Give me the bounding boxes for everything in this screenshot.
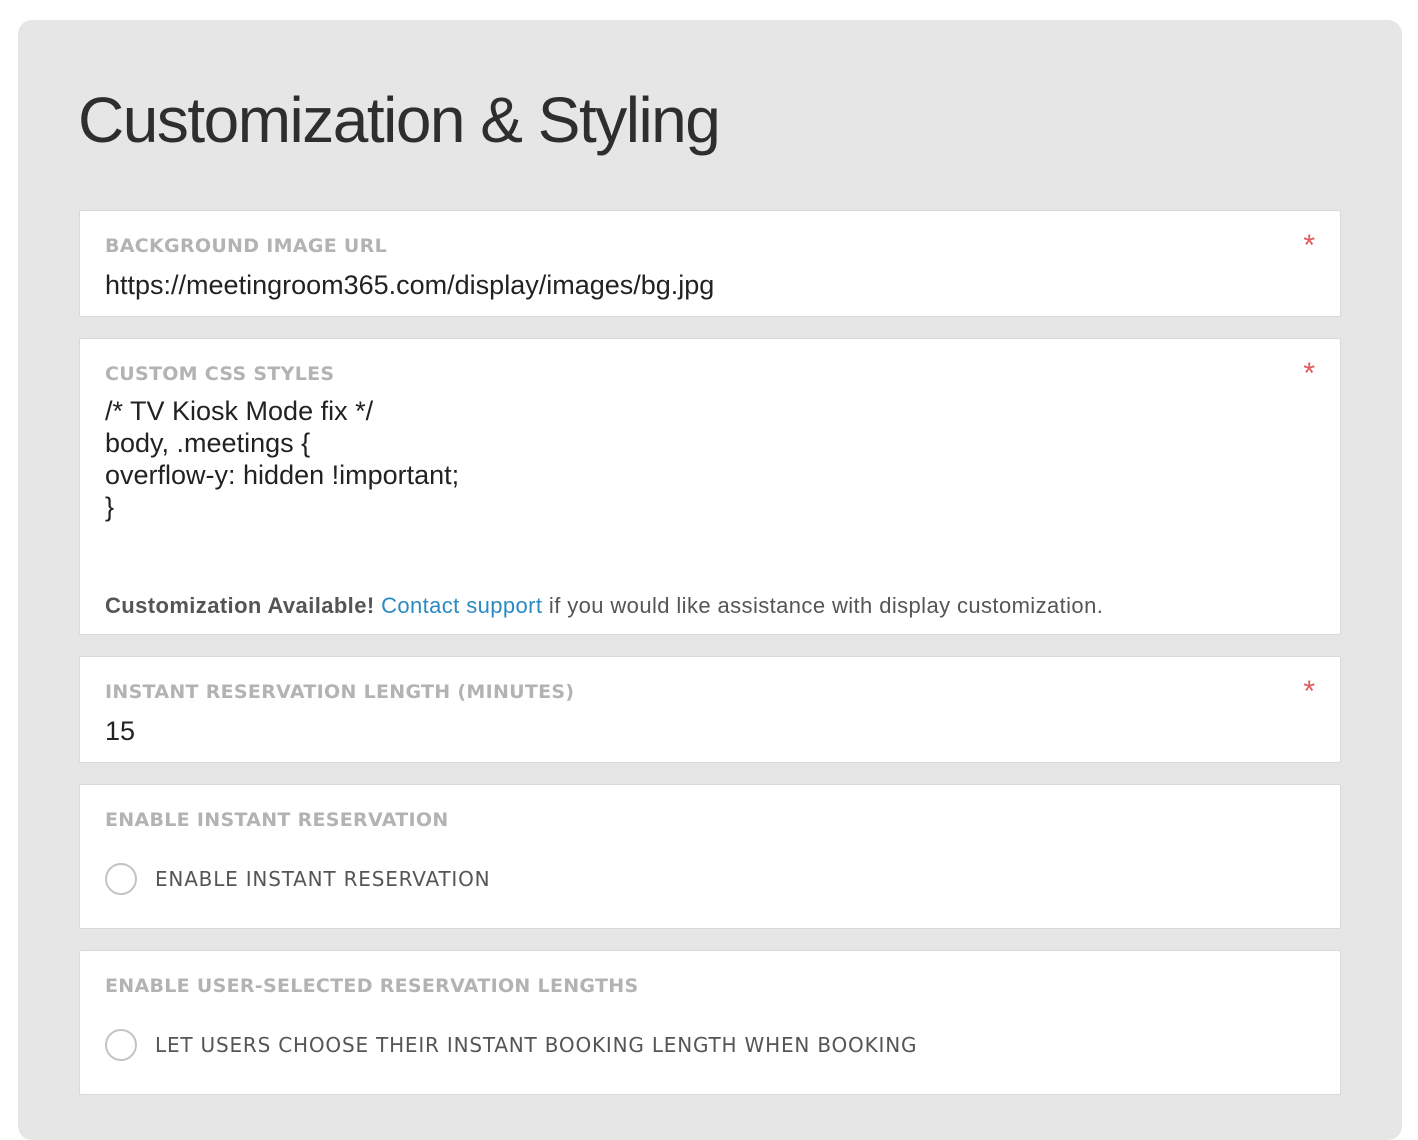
background-image-url-input[interactable] [105, 267, 1285, 303]
help-rest-text: if you would like assistance with displa… [542, 593, 1104, 618]
custom-css-label: CUSTOM CSS STYLES [105, 363, 335, 385]
enable-instant-reservation-label: ENABLE INSTANT RESERVATION [105, 809, 449, 831]
contact-support-link[interactable]: Contact support [381, 593, 542, 618]
background-image-url-label: BACKGROUND IMAGE URL [105, 235, 387, 257]
required-asterisk: * [1303, 229, 1315, 262]
required-asterisk: * [1303, 357, 1315, 390]
background-image-url-card: BACKGROUND IMAGE URL * [79, 210, 1341, 317]
user-selected-lengths-option[interactable]: LET USERS CHOOSE THEIR INSTANT BOOKING L… [105, 1029, 917, 1061]
user-selected-lengths-label: ENABLE USER-SELECTED RESERVATION LENGTHS [105, 975, 639, 997]
enable-instant-reservation-option-label: ENABLE INSTANT RESERVATION [155, 867, 491, 891]
custom-css-textarea[interactable]: /* TV Kiosk Mode fix */ body, .meetings … [105, 395, 1285, 555]
customization-help-text: Customization Available! Contact support… [105, 593, 1103, 619]
enable-instant-reservation-card: ENABLE INSTANT RESERVATION ENABLE INSTAN… [79, 784, 1341, 929]
user-selected-lengths-option-label: LET USERS CHOOSE THEIR INSTANT BOOKING L… [155, 1033, 918, 1057]
custom-css-card: CUSTOM CSS STYLES * /* TV Kiosk Mode fix… [79, 338, 1341, 635]
user-selected-lengths-checkbox[interactable] [105, 1029, 137, 1061]
instant-reservation-length-input[interactable] [105, 713, 1285, 749]
required-asterisk: * [1303, 675, 1315, 708]
instant-reservation-length-label: INSTANT RESERVATION LENGTH (MINUTES) [105, 681, 575, 703]
enable-instant-reservation-checkbox[interactable] [105, 863, 137, 895]
customization-available-text: Customization Available! [105, 593, 375, 618]
customization-panel: Customization & Styling BACKGROUND IMAGE… [18, 20, 1402, 1140]
user-selected-lengths-card: ENABLE USER-SELECTED RESERVATION LENGTHS… [79, 950, 1341, 1095]
page-title: Customization & Styling [78, 84, 721, 156]
enable-instant-reservation-option[interactable]: ENABLE INSTANT RESERVATION [105, 863, 490, 895]
instant-reservation-length-card: INSTANT RESERVATION LENGTH (MINUTES) * [79, 656, 1341, 763]
